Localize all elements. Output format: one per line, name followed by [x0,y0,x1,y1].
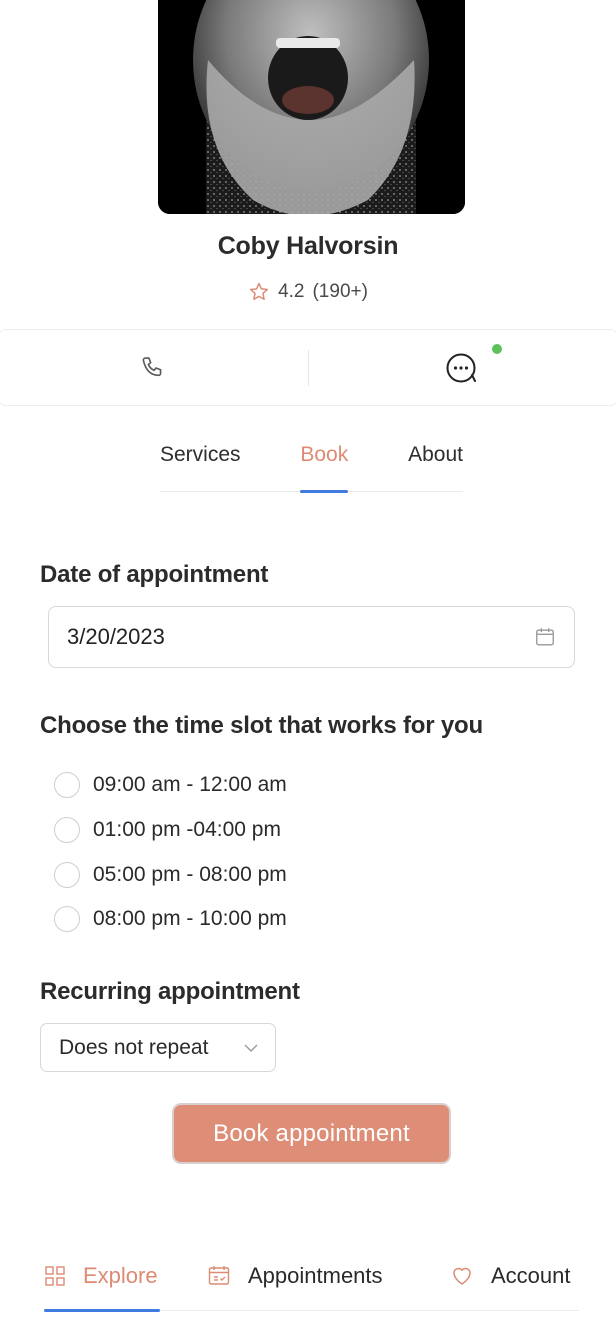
book-appointment-button[interactable]: Book appointment [172,1103,451,1164]
recurring-title: Recurring appointment [40,978,300,1005]
grid-icon [45,1265,65,1286]
time-slot-label: 01:00 pm -04:00 pm [93,818,281,842]
nav-account-label: Account [491,1262,571,1288]
nav-explore[interactable]: Explore [44,1250,160,1312]
tab-services[interactable]: Services [160,438,241,492]
recurring-select[interactable]: Does not repeat [40,1023,276,1072]
nav-appointments[interactable]: Appointments [207,1250,383,1311]
nav-account[interactable]: Account [450,1250,571,1311]
rating-value: 4.2 [278,281,305,302]
time-slot-option[interactable]: 08:00 pm - 10:00 pm [54,897,287,942]
tab-book[interactable]: Book [300,438,348,493]
nav-appointments-label: Appointments [248,1262,383,1288]
tab-about[interactable]: About [408,438,463,492]
call-button[interactable] [0,330,308,405]
profile-tabs: Services Book About [160,438,463,493]
phone-icon [142,356,162,376]
date-section-title: Date of appointment [40,561,269,588]
calendar-icon[interactable] [534,626,556,648]
radio-button[interactable] [54,772,80,799]
calendar-check-icon [208,1265,230,1285]
time-slot-label: 09:00 am - 12:00 am [93,773,287,797]
date-value: 3/20/2023 [67,624,165,649]
message-button[interactable] [309,330,616,405]
profile-rating: 4.2 (190+) [0,281,616,303]
time-slot-label: 05:00 pm - 08:00 pm [93,862,287,886]
profile-name: Coby Halvorsin [217,232,399,260]
radio-button[interactable] [54,817,80,844]
radio-button[interactable] [54,861,80,888]
time-slot-title: Choose the time slot that works for you [40,712,483,739]
date-field[interactable]: 3/20/2023 [48,606,575,668]
heart-icon [453,1267,471,1285]
time-slot-option[interactable]: 05:00 pm - 08:00 pm [54,852,287,897]
radio-button[interactable] [54,906,80,933]
online-status-dot [491,344,502,354]
nav-explore-label: Explore [83,1262,158,1288]
recurring-value: Does not repeat [59,1035,209,1059]
star-icon [250,282,269,300]
bottom-nav: Explore Appointments Account [44,1250,579,1312]
contact-bar [0,329,616,406]
chat-bubble-icon [446,353,476,382]
time-slot-list: 09:00 am - 12:00 am 01:00 pm -04:00 pm 0… [54,763,287,942]
profile-photo [158,0,465,214]
time-slot-label: 08:00 pm - 10:00 pm [93,907,287,931]
time-slot-option[interactable]: 09:00 am - 12:00 am [54,763,287,808]
time-slot-option[interactable]: 01:00 pm -04:00 pm [54,808,287,853]
chevron-down-icon [244,1044,258,1052]
rating-count: (190+) [312,281,368,302]
